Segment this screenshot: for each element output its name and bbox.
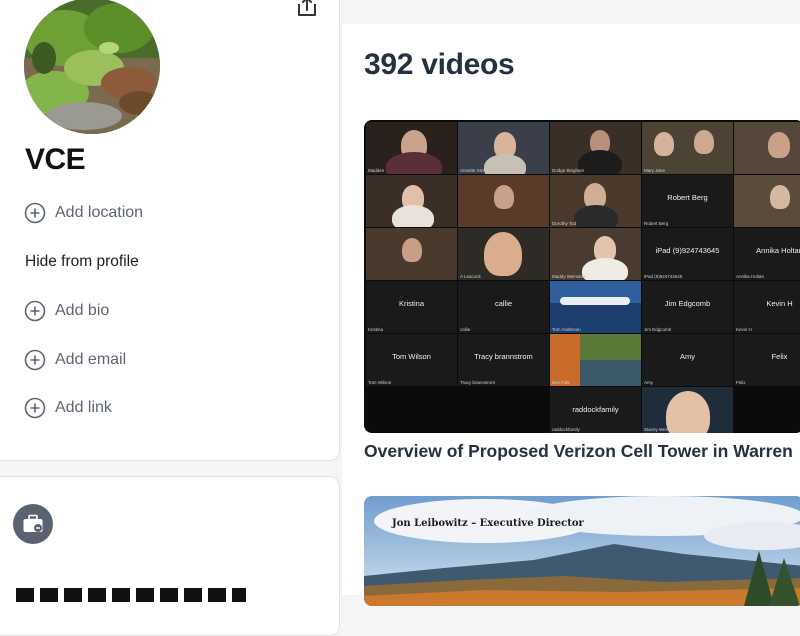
video-thumbnail[interactable]: Madden Annette Smith Dodge Bingham Mary …	[364, 120, 800, 433]
plus-circle-icon	[24, 300, 46, 322]
participant-caption: Dorothy Tod	[552, 221, 577, 226]
add-location-button[interactable]: Add location	[24, 200, 143, 226]
participant-tile	[366, 175, 457, 227]
participant-tile: Felix Felix	[734, 334, 800, 386]
participant-name: callie	[494, 299, 513, 308]
participant-tile: Maddy Weinstein	[550, 228, 641, 280]
participant-caption: Annika Holtan	[736, 274, 765, 279]
briefcase-icon	[23, 514, 43, 532]
participant-caption: Tom Anderson	[552, 327, 581, 332]
participant-caption: Dodge Bingham	[552, 168, 585, 173]
participant-name: iPad (9)924743645	[655, 246, 720, 255]
video-title[interactable]: Overview of Proposed Verizon Cell Tower …	[364, 441, 800, 462]
participant-tile: Kristina Kristina	[366, 281, 457, 333]
participant-tile	[458, 175, 549, 227]
plus-circle-icon	[24, 397, 46, 419]
participant-name: Tracy brannstrom	[474, 352, 533, 361]
avatar-image	[24, 0, 160, 134]
video-overlay-text: Jon Leibowitz – Executive Director	[392, 518, 584, 529]
participant-caption: Mary Jane	[644, 168, 666, 173]
participant-tile: Kevin H Kevin H	[734, 281, 800, 333]
participant-caption: Annette Smith	[460, 168, 489, 173]
participant-caption: Tom Wilson	[368, 380, 392, 385]
participant-caption: Robert Berg	[644, 221, 669, 226]
participant-caption: Tracy brannstrom	[460, 380, 496, 385]
participant-caption: A Leacock	[460, 274, 481, 279]
participant-tile: Stacey Weston	[642, 387, 733, 433]
briefcase-button[interactable]	[13, 504, 53, 544]
participant-tile: iPad (9)924743645 iPad (9)924743645	[642, 228, 733, 280]
plus-circle-icon	[24, 349, 46, 371]
participant-name: Robert Berg	[667, 193, 708, 202]
participant-tile: Robert Berg Robert Berg	[642, 175, 733, 227]
participant-tile: Amy Amy	[642, 334, 733, 386]
add-location-label: Add location	[55, 204, 144, 221]
add-link-label: Add link	[55, 399, 112, 416]
participant-caption: Madden	[368, 168, 385, 173]
participant-tile: Mary Jane	[642, 122, 733, 174]
participant-tile: Tom Wilson Tom Wilson	[366, 334, 457, 386]
participant-caption: Kevin H	[736, 327, 752, 332]
participant-tile: Tracy brannstrom Tracy brannstrom	[458, 334, 549, 386]
participant-caption: Felix	[736, 380, 746, 385]
participant-tile: Dodge Bingham	[550, 122, 641, 174]
video-thumbnail[interactable]: Jon Leibowitz – Executive Director	[364, 496, 800, 606]
participant-tile: Annika Holtan Annika Holtan	[734, 228, 800, 280]
participant-caption: Stacey Weston	[644, 427, 675, 432]
add-bio-button[interactable]: Add bio	[24, 298, 109, 324]
clipped-heading	[16, 588, 246, 602]
participant-name: Kevin H	[766, 299, 793, 308]
participant-name: Jim Edgcomb	[664, 299, 711, 308]
participant-caption: Kristina	[368, 327, 384, 332]
participant-tile: Ben Falk	[550, 334, 641, 386]
hide-from-profile-label: Hide from profile	[25, 253, 139, 270]
add-email-button[interactable]: Add email	[24, 347, 126, 373]
add-link-button[interactable]: Add link	[24, 395, 112, 421]
avatar[interactable]	[24, 0, 160, 134]
participant-tile	[734, 122, 800, 174]
participant-caption: raddockfamily	[552, 427, 580, 432]
participant-caption: Maddy Weinstein	[552, 274, 587, 279]
share-upload-icon[interactable]	[296, 0, 318, 18]
participant-tile: callie callie	[458, 281, 549, 333]
participant-tile: A Leacock	[458, 228, 549, 280]
participant-name: raddockfamily	[572, 405, 619, 414]
add-bio-label: Add bio	[55, 302, 110, 319]
participant-name: Tom Wilson	[392, 352, 431, 361]
participant-tile: Jim Edgcomb Jim Edgcomb	[642, 281, 733, 333]
participant-tile: Tom Anderson	[550, 281, 641, 333]
add-email-label: Add email	[55, 351, 127, 368]
participant-name: Annika Holtan	[756, 246, 800, 255]
participant-name: Felix	[771, 352, 788, 361]
participant-tile: Madden	[366, 122, 457, 174]
participant-caption: iPad (9)924743645	[644, 274, 683, 279]
participant-tile	[366, 228, 457, 280]
participant-tile: raddockfamily raddockfamily	[550, 387, 641, 433]
participant-tile	[734, 175, 800, 227]
participant-name: Amy	[680, 352, 695, 361]
participant-caption: callie	[460, 327, 471, 332]
profile-name: VCE	[25, 143, 86, 176]
participant-tile: Dorothy Tod	[550, 175, 641, 227]
plus-circle-icon	[24, 202, 46, 224]
participant-caption: Jim Edgcomb	[644, 327, 672, 332]
video-count-heading: 392 videos	[364, 48, 515, 81]
participant-caption: Ben Falk	[552, 380, 570, 385]
secondary-card	[0, 476, 340, 636]
participant-tile: Annette Smith	[458, 122, 549, 174]
participant-caption: Amy	[644, 380, 653, 385]
landscape-image	[364, 496, 800, 606]
participant-name: Kristina	[398, 299, 424, 308]
